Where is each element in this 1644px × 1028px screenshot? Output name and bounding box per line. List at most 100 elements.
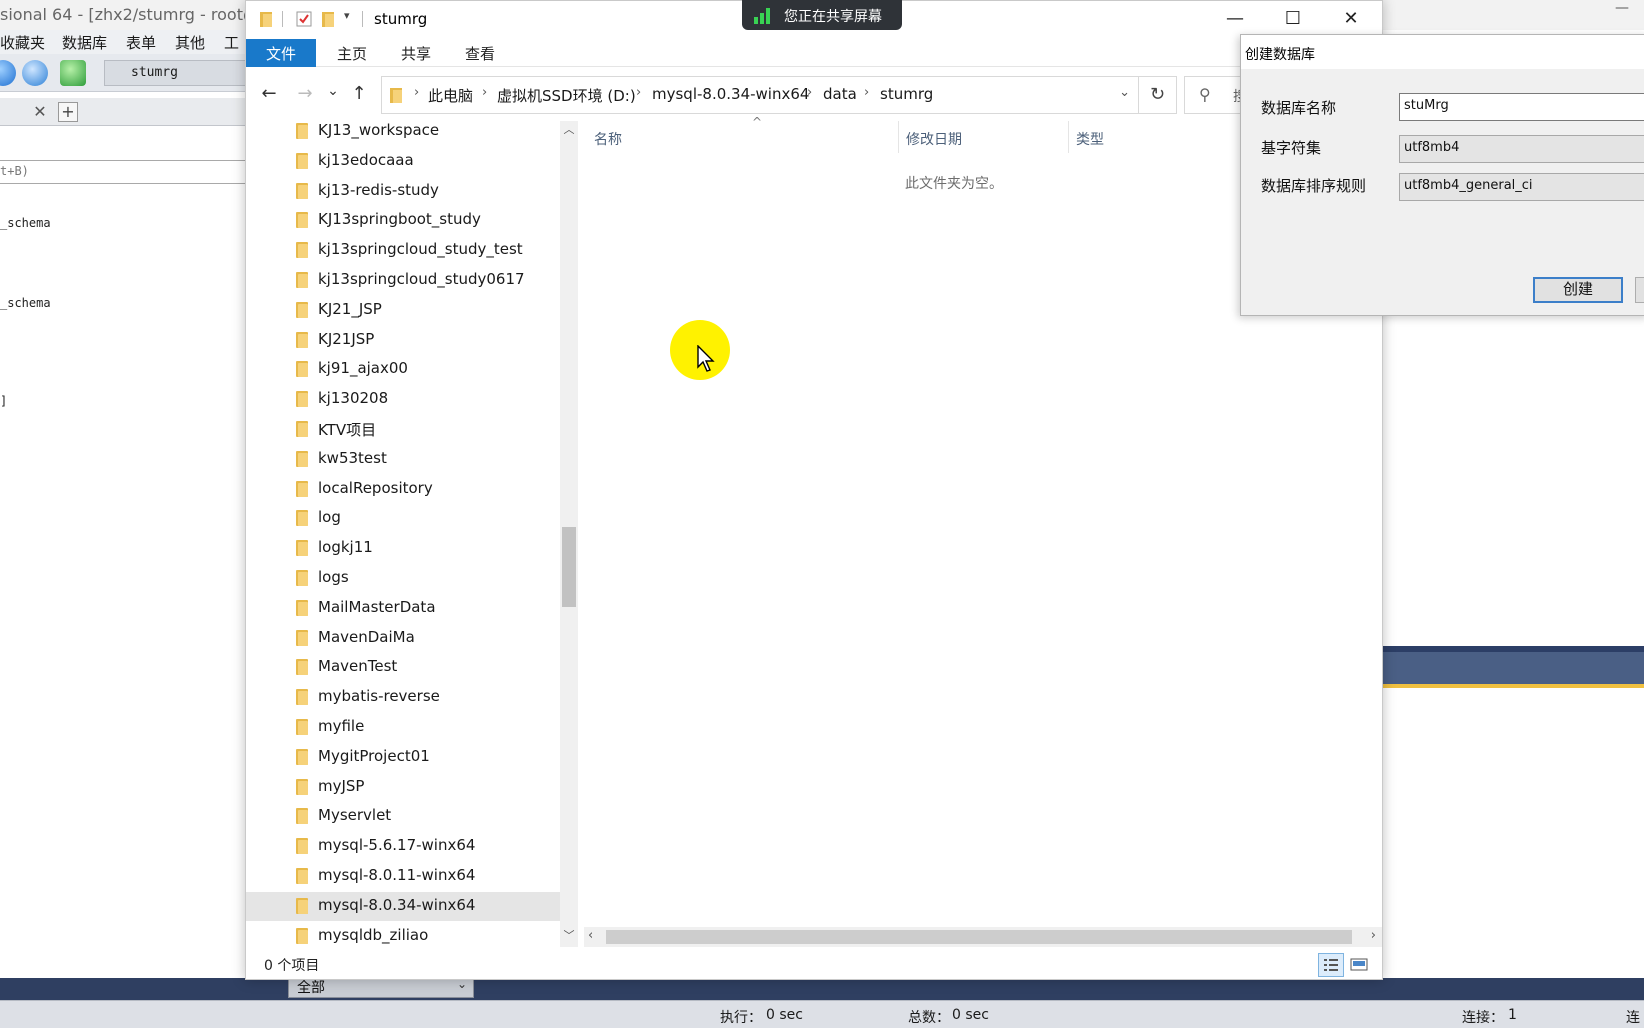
nav-folder-item[interactable]: MailMasterData: [246, 594, 576, 623]
nav-folder-item[interactable]: myfile: [246, 713, 576, 742]
scroll-right-icon[interactable]: ›: [1371, 928, 1376, 943]
refresh-connection-icon[interactable]: [22, 60, 48, 86]
cancel-button[interactable]: [1635, 277, 1644, 303]
nav-folder-item[interactable]: log: [246, 504, 576, 533]
nav-folder-item[interactable]: kj13springcloud_study_test: [246, 236, 576, 265]
collation-label: 数据库排序规则: [1261, 177, 1367, 195]
nav-folder-item[interactable]: myJSP: [246, 773, 576, 802]
background-minimize-icon[interactable]: —: [1615, 0, 1644, 20]
tree-item[interactable]: _schema: [0, 216, 51, 230]
breadcrumb-separator-icon[interactable]: ›: [807, 85, 812, 100]
column-header-name[interactable]: 名称: [594, 129, 622, 149]
close-tab-icon[interactable]: ✕: [30, 102, 50, 122]
breadcrumb-separator-icon[interactable]: ›: [482, 85, 487, 100]
nav-folder-item[interactable]: Myservlet: [246, 802, 576, 831]
tab-file[interactable]: 文件: [246, 39, 316, 67]
forward-arrow-icon[interactable]: →: [292, 83, 318, 107]
breadcrumb-data[interactable]: data: [823, 85, 857, 103]
tab-share[interactable]: 共享: [388, 39, 444, 67]
nav-folder-item[interactable]: localRepository: [246, 475, 576, 504]
column-header-type[interactable]: 类型: [1076, 129, 1104, 149]
nav-folder-item[interactable]: KJ21JSP: [246, 326, 576, 355]
object-filter-input[interactable]: t+B): [0, 160, 250, 184]
schema-tools-icon[interactable]: [60, 60, 86, 86]
scroll-down-icon[interactable]: ﹀: [560, 927, 578, 947]
scroll-thumb[interactable]: [606, 930, 1352, 944]
maximize-icon[interactable]: ☐: [1264, 1, 1322, 37]
customize-toolbar-icon[interactable]: ▾: [344, 9, 350, 22]
back-arrow-icon[interactable]: ←: [256, 83, 282, 107]
exec-time-label: 执行：: [720, 1010, 762, 1026]
nav-folder-item[interactable]: MygitProject01: [246, 743, 576, 772]
properties-check-icon[interactable]: [296, 11, 312, 27]
menu-other[interactable]: 其他: [175, 32, 205, 53]
menu-table[interactable]: 表单: [126, 32, 156, 53]
connect-icon[interactable]: [0, 60, 16, 86]
nav-folder-label: MavenDaiMa: [318, 627, 415, 646]
horizontal-scrollbar[interactable]: ‹ ›: [584, 927, 1382, 947]
navigation-scrollbar[interactable]: ︿ ﹀: [560, 121, 578, 947]
nav-folder-item[interactable]: KTV项目: [246, 415, 576, 444]
nav-folder-item[interactable]: kj130208: [246, 385, 576, 414]
nav-folder-item[interactable]: mysqldb_ziliao: [246, 922, 576, 947]
nav-folder-item[interactable]: kj13edocaaa: [246, 147, 576, 176]
tab-view[interactable]: 查看: [452, 39, 508, 67]
nav-folder-item[interactable]: KJ13_workspace: [246, 121, 576, 146]
explorer-statusbar: 0 个项目: [246, 951, 1382, 979]
breadcrumb-separator-icon[interactable]: ›: [636, 85, 641, 100]
nav-folder-item[interactable]: kj91_ajax00: [246, 355, 576, 384]
mouse-cursor-icon: [697, 345, 715, 372]
column-divider[interactable]: [898, 121, 899, 153]
scroll-up-icon[interactable]: ︿: [560, 121, 578, 141]
nav-folder-item[interactable]: mysql-8.0.11-winx64: [246, 862, 576, 891]
close-icon[interactable]: ✕: [1322, 1, 1380, 37]
database-name-field[interactable]: stuMrg: [1399, 93, 1644, 121]
breadcrumb-separator-icon[interactable]: ›: [864, 85, 869, 100]
database-select[interactable]: stumrg: [104, 60, 250, 86]
breadcrumb-mysql[interactable]: mysql-8.0.34-winx64: [652, 85, 809, 103]
tab-home[interactable]: 主页: [324, 39, 380, 67]
scroll-left-icon[interactable]: ‹: [588, 928, 593, 943]
breadcrumb-separator-icon[interactable]: ›: [414, 85, 419, 100]
nav-folder-item[interactable]: MavenDaiMa: [246, 624, 576, 653]
create-database-dialog: 创建数据库 数据库名称 stuMrg 基字符集 utf8mb4 数据库排序规则 …: [1240, 34, 1644, 316]
nav-folder-item[interactable]: logs: [246, 564, 576, 593]
create-button[interactable]: 创建: [1533, 277, 1623, 303]
nav-folder-item[interactable]: mysql-8.0.34-winx64: [246, 891, 576, 921]
refresh-icon[interactable]: ↻: [1139, 76, 1177, 114]
nav-folder-item[interactable]: KJ21_JSP: [246, 296, 576, 325]
up-arrow-icon[interactable]: ↑: [346, 83, 372, 107]
nav-folder-item[interactable]: mybatis-reverse: [246, 683, 576, 712]
breadcrumb-stumrg[interactable]: stumrg: [880, 85, 933, 103]
nav-folder-item[interactable]: kj13springcloud_study0617: [246, 266, 576, 295]
column-header-modified[interactable]: 修改日期: [906, 129, 962, 149]
menu-database[interactable]: 数据库: [62, 32, 107, 53]
nav-folder-item[interactable]: logkj11: [246, 534, 576, 563]
result-filter-value: 全部: [297, 980, 325, 996]
menu-tools[interactable]: 工: [224, 32, 239, 53]
nav-folder-item[interactable]: MavenTest: [246, 653, 576, 682]
nav-folder-label: MailMasterData: [318, 597, 436, 616]
screen-share-badge[interactable]: 您正在共享屏幕: [742, 0, 902, 30]
nav-folder-item[interactable]: KJ13springboot_study: [246, 206, 576, 235]
recent-locations-icon[interactable]: ⌄: [320, 83, 346, 107]
scroll-thumb[interactable]: [562, 527, 576, 607]
nav-folder-item[interactable]: kw53test: [246, 445, 576, 474]
nav-folder-item[interactable]: mysql-5.6.17-winx64: [246, 832, 576, 861]
collation-select[interactable]: utf8mb4_general_ci: [1399, 173, 1644, 201]
minimize-icon[interactable]: —: [1206, 1, 1264, 37]
add-tab-button[interactable]: +: [58, 102, 78, 122]
address-bar[interactable]: › 此电脑 › 虚拟机SSD环境 (D:) › mysql-8.0.34-win…: [381, 76, 1139, 114]
breadcrumb-this-pc[interactable]: 此电脑: [428, 85, 473, 106]
breadcrumb-drive[interactable]: 虚拟机SSD环境 (D:): [497, 85, 636, 106]
nav-folder-item[interactable]: kj13-redis-study: [246, 177, 576, 206]
tree-item[interactable]: ]: [0, 394, 7, 408]
menu-favorites[interactable]: 收藏夹: [0, 32, 45, 53]
tree-item[interactable]: _schema: [0, 296, 51, 310]
large-icons-view-icon[interactable]: [1346, 953, 1372, 977]
details-view-icon[interactable]: [1318, 953, 1344, 977]
chevron-down-icon[interactable]: ⌄: [1119, 85, 1130, 100]
charset-select[interactable]: utf8mb4: [1399, 135, 1644, 163]
column-divider[interactable]: [1068, 121, 1069, 153]
new-folder-icon[interactable]: [322, 11, 336, 27]
